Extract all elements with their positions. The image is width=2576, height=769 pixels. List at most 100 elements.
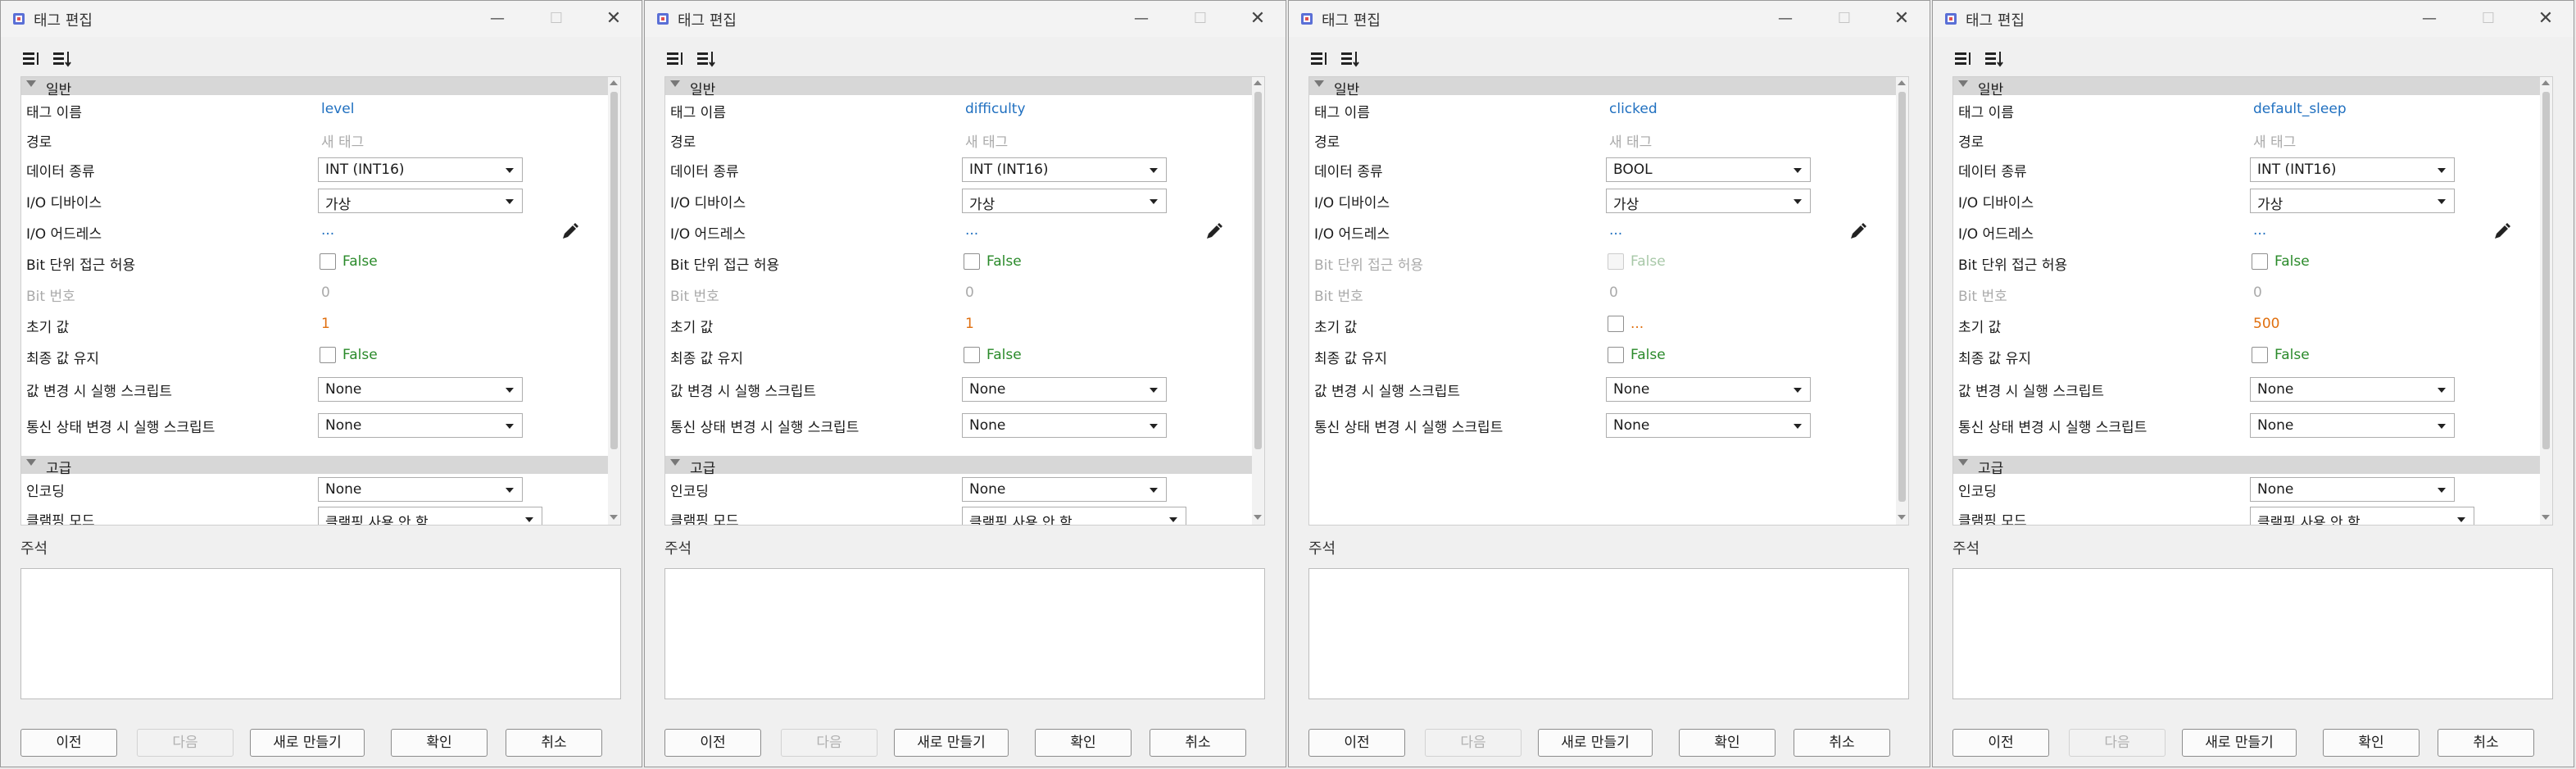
row-initial-value[interactable]: 초기 값1 <box>21 310 608 339</box>
scroll-thumb[interactable] <box>1254 92 1262 449</box>
tag-name-value[interactable]: clicked <box>1609 101 1658 117</box>
cancel-button[interactable]: 취소 <box>1794 729 1890 757</box>
ok-button[interactable]: 확인 <box>2323 729 2420 757</box>
section-general[interactable]: 일반 <box>665 77 1252 98</box>
row-initial-value[interactable]: 초기 값1 <box>665 310 1252 339</box>
section-advanced[interactable]: 고급 <box>665 456 1252 477</box>
on-comm-script-dropdown[interactable]: None <box>962 413 1167 438</box>
io-address-value[interactable]: ... <box>965 222 978 239</box>
prev-button[interactable]: 이전 <box>664 729 761 757</box>
sort-icon[interactable] <box>696 48 717 70</box>
row-initial-value[interactable]: 초기 값 500 <box>1953 310 2540 339</box>
close-button[interactable]: ✕ <box>1887 6 1916 32</box>
scroll-down-icon[interactable] <box>1898 515 1906 520</box>
sort-icon[interactable] <box>1340 48 1361 70</box>
retain-last-checkbox[interactable] <box>2252 347 2268 363</box>
row-io-address[interactable]: I/O 어드레스... <box>1309 216 1896 246</box>
scroll-down-icon[interactable] <box>610 515 618 520</box>
scroll-down-icon[interactable] <box>2542 515 2550 520</box>
initial-value-checkbox[interactable] <box>1608 316 1624 332</box>
minimize-button[interactable]: — <box>2415 6 2444 32</box>
notes-textarea[interactable] <box>664 568 1265 699</box>
ok-button[interactable]: 확인 <box>391 729 488 757</box>
io-device-dropdown[interactable]: 가상 <box>318 189 523 213</box>
row-path[interactable]: 경로 새 태그 <box>21 125 608 154</box>
new-button[interactable]: 새로 만들기 <box>250 729 365 757</box>
io-address-value[interactable]: ... <box>1609 222 1622 239</box>
on-change-script-dropdown[interactable]: None <box>2250 377 2455 402</box>
scroll-up-icon[interactable] <box>2542 80 2550 85</box>
close-button[interactable]: ✕ <box>2531 6 2560 32</box>
bit-access-checkbox[interactable] <box>2252 253 2268 270</box>
row-io-address[interactable]: I/O 어드레스... <box>665 216 1252 246</box>
pencil-icon[interactable] <box>1203 221 1224 243</box>
on-comm-script-dropdown[interactable]: None <box>2250 413 2455 438</box>
retain-last-checkbox[interactable] <box>964 347 980 363</box>
title-bar[interactable]: 태그 편집 — ☐ ✕ <box>645 1 1286 37</box>
new-button[interactable]: 새로 만들기 <box>894 729 1009 757</box>
notes-textarea[interactable] <box>20 568 621 699</box>
next-button[interactable]: 다음 <box>137 729 234 757</box>
scroll-thumb[interactable] <box>2542 92 2550 449</box>
pencil-icon[interactable] <box>1847 221 1868 243</box>
retain-last-checkbox[interactable] <box>1608 347 1624 363</box>
on-change-script-dropdown[interactable]: None <box>962 377 1167 402</box>
ok-button[interactable]: 확인 <box>1679 729 1776 757</box>
maximize-button[interactable]: ☐ <box>1830 6 1859 32</box>
sort-icon[interactable] <box>52 48 73 70</box>
clamp-mode-dropdown[interactable]: 클램핑 사용 안 함 <box>2250 507 2474 525</box>
section-advanced[interactable]: 고급 <box>21 456 608 477</box>
initial-value[interactable]: 1 <box>965 316 974 332</box>
vertical-scrollbar[interactable] <box>1896 77 1908 525</box>
tag-name-value[interactable]: difficulty <box>965 101 1026 117</box>
encoding-dropdown[interactable]: None <box>962 477 1167 502</box>
align-left-icon[interactable] <box>20 48 42 70</box>
prev-button[interactable]: 이전 <box>1308 729 1405 757</box>
notes-textarea[interactable] <box>1952 568 2553 699</box>
row-path[interactable]: 경로 새 태그 <box>1309 125 1896 154</box>
scroll-up-icon[interactable] <box>1254 80 1262 85</box>
on-change-script-dropdown[interactable]: None <box>318 377 523 402</box>
close-button[interactable]: ✕ <box>1243 6 1272 32</box>
minimize-button[interactable]: — <box>1127 6 1156 32</box>
row-path[interactable]: 경로 새 태그 <box>665 125 1252 154</box>
title-bar[interactable]: 태그 편집 — ☐ ✕ <box>1933 1 2574 37</box>
row-io-address[interactable]: I/O 어드레스... <box>1953 216 2540 246</box>
row-path[interactable]: 경로 새 태그 <box>1953 125 2540 154</box>
collapse-chevron-icon[interactable] <box>670 80 680 87</box>
collapse-chevron-icon[interactable] <box>26 80 36 87</box>
prev-button[interactable]: 이전 <box>20 729 117 757</box>
maximize-button[interactable]: ☐ <box>1186 6 1215 32</box>
next-button[interactable]: 다음 <box>781 729 878 757</box>
data-type-dropdown[interactable]: BOOL <box>1606 157 1811 182</box>
tag-name-value[interactable]: level <box>321 101 354 117</box>
scroll-down-icon[interactable] <box>1254 515 1262 520</box>
cancel-button[interactable]: 취소 <box>1150 729 1246 757</box>
cancel-button[interactable]: 취소 <box>2438 729 2534 757</box>
on-change-script-dropdown[interactable]: None <box>1606 377 1811 402</box>
pencil-icon[interactable] <box>2491 221 2512 243</box>
initial-value[interactable]: 500 <box>2253 316 2279 332</box>
clamp-mode-dropdown[interactable]: 클램핑 사용 안 함 <box>962 507 1186 525</box>
scroll-up-icon[interactable] <box>610 80 618 85</box>
retain-last-checkbox[interactable] <box>320 347 336 363</box>
on-comm-script-dropdown[interactable]: None <box>318 413 523 438</box>
io-address-value[interactable]: ... <box>2253 222 2266 239</box>
notes-textarea[interactable] <box>1308 568 1909 699</box>
encoding-dropdown[interactable]: None <box>318 477 523 502</box>
section-advanced[interactable]: 고급 <box>1953 456 2540 477</box>
bit-access-checkbox[interactable] <box>964 253 980 270</box>
pencil-icon[interactable] <box>559 221 580 243</box>
scroll-up-icon[interactable] <box>1898 80 1906 85</box>
maximize-button[interactable]: ☐ <box>2474 6 2503 32</box>
row-tag-name[interactable]: 태그 이름 default_sleep <box>1953 95 2540 125</box>
clamp-mode-dropdown[interactable]: 클램핑 사용 안 함 <box>318 507 542 525</box>
initial-value[interactable]: 1 <box>321 316 330 332</box>
data-type-dropdown[interactable]: INT (INT16) <box>962 157 1167 182</box>
vertical-scrollbar[interactable] <box>1252 77 1264 525</box>
section-general[interactable]: 일반 <box>1309 77 1896 98</box>
io-device-dropdown[interactable]: 가상 <box>1606 189 1811 213</box>
scroll-thumb[interactable] <box>1898 92 1906 502</box>
vertical-scrollbar[interactable] <box>608 77 620 525</box>
close-button[interactable]: ✕ <box>599 6 628 32</box>
